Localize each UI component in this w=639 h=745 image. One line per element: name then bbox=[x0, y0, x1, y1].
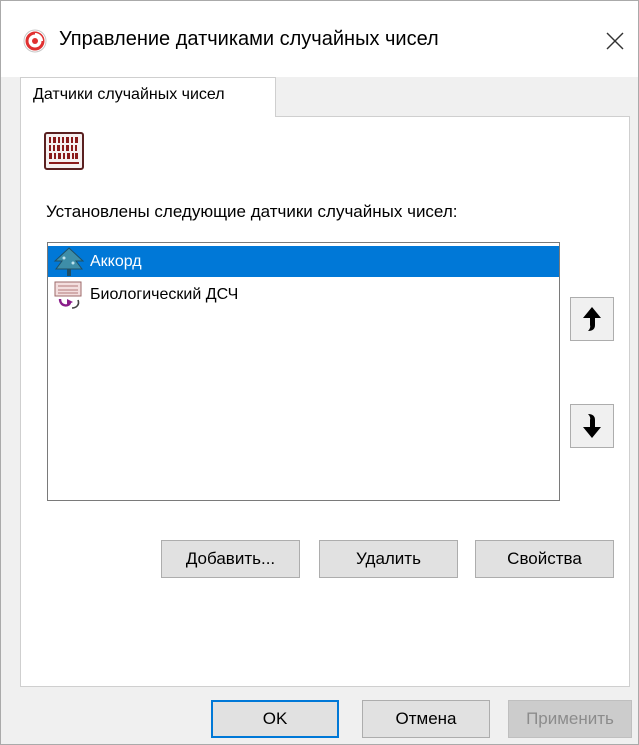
rng-chip-icon bbox=[44, 132, 84, 170]
close-icon bbox=[606, 32, 624, 50]
tab-random-sensors[interactable]: Датчики случайных чисел bbox=[20, 77, 276, 117]
title-bar: Управление датчиками случайных чисел bbox=[1, 1, 638, 77]
remove-button[interactable]: Удалить bbox=[319, 540, 458, 578]
apply-button[interactable]: Применить bbox=[508, 700, 632, 738]
window-title: Управление датчиками случайных чисел bbox=[59, 28, 439, 50]
close-button[interactable] bbox=[597, 23, 633, 59]
move-down-button[interactable] bbox=[570, 404, 614, 448]
sensors-listbox[interactable]: Аккорд Биологический ДСЧ bbox=[47, 242, 560, 501]
tab-label: Датчики случайных чисел bbox=[33, 86, 225, 103]
cancel-button[interactable]: Отмена bbox=[362, 700, 490, 738]
arrow-down-icon bbox=[583, 414, 601, 438]
move-up-button[interactable] bbox=[570, 297, 614, 341]
sensor-label: Аккорд bbox=[90, 252, 142, 270]
arrow-up-icon bbox=[583, 307, 601, 331]
biological-rng-icon bbox=[54, 281, 82, 309]
app-logo-icon bbox=[23, 29, 47, 53]
sensor-label: Биологический ДСЧ bbox=[90, 285, 239, 303]
tab-panel: Установлены следующие датчики случайных … bbox=[20, 116, 630, 687]
properties-button[interactable]: Свойства bbox=[475, 540, 614, 578]
add-button[interactable]: Добавить... bbox=[161, 540, 300, 578]
sensor-item-biological[interactable]: Биологический ДСЧ bbox=[48, 279, 559, 310]
ok-button[interactable]: OK bbox=[211, 700, 339, 738]
installed-sensors-label: Установлены следующие датчики случайных … bbox=[46, 202, 458, 221]
sensor-item-accord[interactable]: Аккорд bbox=[48, 246, 559, 277]
accord-tree-icon bbox=[53, 246, 85, 276]
dialog-window: Управление датчиками случайных чисел Дат… bbox=[0, 0, 639, 745]
